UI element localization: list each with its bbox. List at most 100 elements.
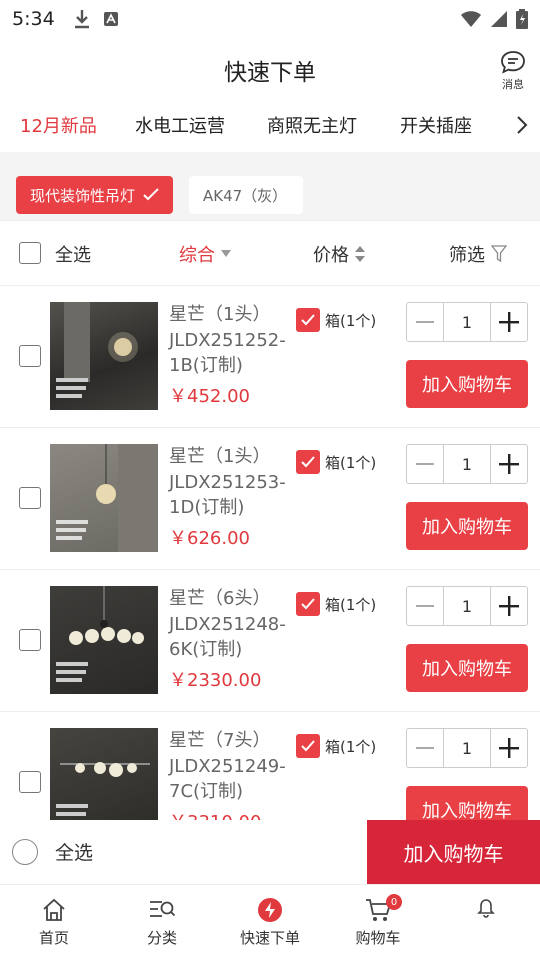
checked-icon [296,592,320,616]
sort-composite-label: 综合 [179,245,215,266]
select-all-bottom-label[interactable]: 全选 [55,838,93,865]
chip-label: AK47（灰） [203,186,288,205]
tab-cart[interactable]: 0 购物车 [324,885,432,960]
quantity-stepper: 1 [406,586,528,626]
product-row: 星芒（1头）JLDX251253-1D(订制) ￥626.00 箱(1个) 1 … [0,428,540,570]
tab-label: 分类 [146,929,177,947]
status-bar: 5:34 [0,0,540,38]
add-to-cart-button[interactable]: 加入购物车 [406,360,528,408]
filter-label: 筛选 [449,245,485,266]
add-to-cart-button[interactable]: 加入购物车 [406,502,528,550]
chip-ak47[interactable]: AK47（灰） [189,176,303,214]
product-row: 星芒（6头）JLDX251248-6K(订制) ￥2330.00 箱(1个) 1… [0,570,540,712]
product-name[interactable]: 星芒（1头）JLDX251252-1B(订制) [169,302,289,379]
product-image[interactable] [50,302,158,410]
select-all-radio[interactable] [12,839,38,865]
minus-icon[interactable] [407,303,443,341]
unit-option[interactable]: 箱(1个) [296,450,376,474]
product-name[interactable]: 星芒（1头）JLDX251253-1D(订制) [169,444,289,521]
page-title: 快速下单 [224,60,316,86]
cart-badge: 0 [386,894,402,910]
product-checkbox[interactable] [19,629,41,651]
status-time: 5:34 [12,8,55,30]
quantity-stepper: 1 [406,444,528,484]
product-name[interactable]: 星芒（7头）JLDX251249-7C(订制) [169,728,289,805]
tab-label: 快速下单 [239,929,300,947]
bottom-action-bar: 全选 加入购物车 [0,820,540,884]
messages-label: 消息 [502,78,524,91]
chip-label: 现代装饰性吊灯 [30,186,136,205]
chat-bubble-icon [501,51,525,74]
quantity-stepper: 1 [406,728,528,768]
filter-button[interactable]: 筛选 [449,241,507,267]
app-notification-icon [103,12,118,26]
plus-icon[interactable] [491,303,527,341]
minus-icon[interactable] [407,445,443,483]
product-image[interactable] [50,444,158,552]
minus-icon[interactable] [407,587,443,625]
product-checkbox[interactable] [19,771,41,793]
messages-button[interactable]: 消息 [500,50,526,92]
quantity-input[interactable]: 1 [443,587,491,625]
tab-home[interactable]: 首页 [0,885,108,960]
category-tab-electrician[interactable]: 水电工运营 [135,112,225,138]
sort-composite[interactable]: 综合 [179,241,231,267]
product-price: ￥626.00 [169,528,250,549]
unit-label: 箱(1个) [325,311,377,330]
funnel-icon [491,245,507,263]
unit-option[interactable]: 箱(1个) [296,308,376,332]
home-icon [43,898,65,921]
bell-icon [477,899,495,918]
product-row: 星芒（1头）JLDX251252-1B(订制) ￥452.00 箱(1个) 1 … [0,286,540,428]
unit-option[interactable]: 箱(1个) [296,592,376,616]
product-price: ￥452.00 [169,386,250,407]
caret-down-icon [221,250,231,257]
check-icon [143,188,159,201]
plus-icon[interactable] [491,445,527,483]
sort-price[interactable]: 价格 [313,241,365,267]
quantity-input[interactable]: 1 [443,303,491,341]
product-name[interactable]: 星芒（6头）JLDX251248-6K(订制) [169,586,289,663]
tab-quick-order[interactable]: 快速下单 [216,885,324,960]
sort-arrows-icon [355,246,365,262]
quantity-input[interactable]: 1 [443,445,491,483]
download-icon [74,10,89,29]
plus-icon[interactable] [491,729,527,767]
category-search-icon [150,901,176,917]
minus-icon[interactable] [407,729,443,767]
bottom-tab-bar: 首页 分类 快速下单 0 购物车 [0,884,540,960]
category-tab-switch-socket[interactable]: 开关插座 [400,112,472,138]
sort-price-label: 价格 [313,245,349,266]
product-price: ￥2330.00 [169,670,262,691]
quantity-input[interactable]: 1 [443,729,491,767]
chevron-right-icon[interactable] [510,112,532,138]
tab-notifications[interactable] [432,885,540,960]
chip-modern-pendant[interactable]: 现代装饰性吊灯 [16,176,173,214]
add-to-cart-button[interactable]: 加入购物车 [406,644,528,692]
category-tabs: 12月新品 水电工运营 商照无主灯 开关插座 [0,102,540,148]
lightning-icon [258,898,282,922]
checked-icon [296,308,320,332]
unit-label: 箱(1个) [325,595,377,614]
page-header: 快速下单 消息 [0,38,540,102]
product-checkbox[interactable] [19,345,41,367]
select-all-label[interactable]: 全选 [55,241,91,267]
checked-icon [296,734,320,758]
product-image[interactable] [50,586,158,694]
tab-category[interactable]: 分类 [108,885,216,960]
tab-label: 首页 [38,929,69,947]
quantity-stepper: 1 [406,302,528,342]
unit-option[interactable]: 箱(1个) [296,734,376,758]
checked-icon [296,450,320,474]
category-tab-commercial-lighting[interactable]: 商照无主灯 [267,112,357,138]
unit-label: 箱(1个) [325,453,377,472]
filter-chips: 现代装饰性吊灯 AK47（灰） [0,152,540,220]
category-tab-new[interactable]: 12月新品 [20,112,97,138]
battery-icon [516,9,528,29]
wifi-icon [461,11,481,27]
product-checkbox[interactable] [19,487,41,509]
tab-label: 购物车 [355,929,401,947]
bulk-add-to-cart-button[interactable]: 加入购物车 [367,820,540,884]
select-all-checkbox[interactable] [19,242,41,264]
plus-icon[interactable] [491,587,527,625]
